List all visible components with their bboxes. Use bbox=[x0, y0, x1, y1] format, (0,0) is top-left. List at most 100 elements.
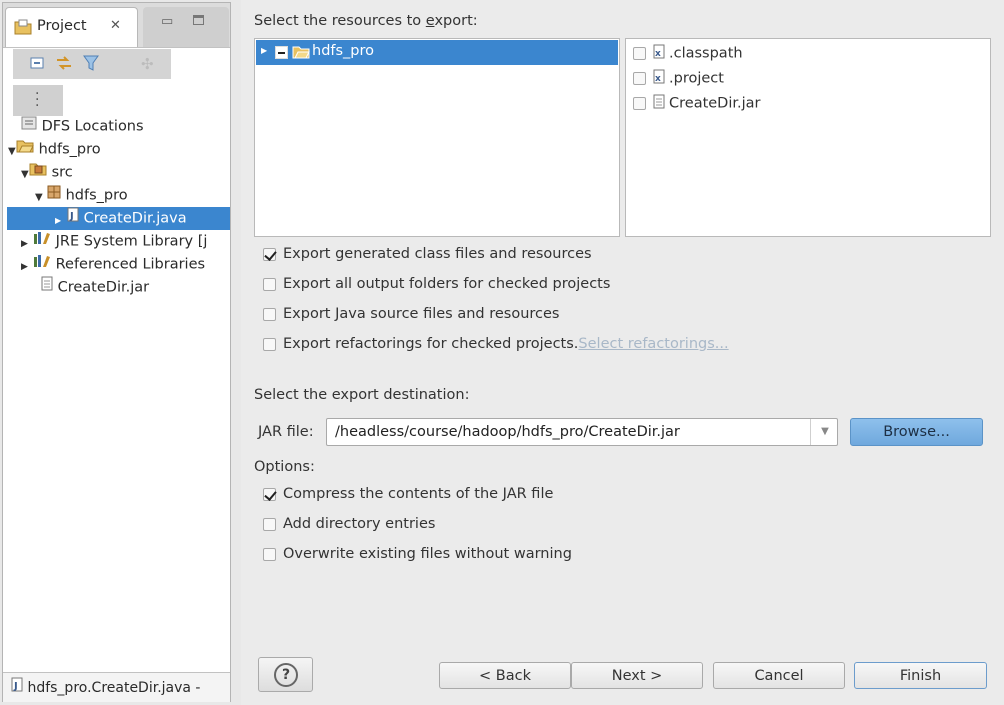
resource-project-row[interactable]: ▶ hdfs_pro bbox=[256, 40, 618, 65]
project-tree: DFS Locations ▼ hdfs_pro ▼ src ▼ hdfs_pr… bbox=[7, 115, 230, 299]
export-output-folders-option[interactable]: Export all output folders for checked pr… bbox=[263, 276, 610, 292]
project-folder-icon bbox=[16, 138, 34, 161]
collapsed-arrow-icon[interactable]: ▶ bbox=[21, 256, 33, 279]
tree-item-hdfs-pro-project[interactable]: ▼ hdfs_pro bbox=[7, 138, 230, 161]
collapse-all-icon[interactable] bbox=[29, 55, 45, 75]
tree-item-label: CreateDir.jar bbox=[57, 279, 150, 296]
jar-file-input[interactable] bbox=[333, 423, 807, 441]
cancel-button[interactable]: Cancel bbox=[713, 662, 845, 689]
tree-item-referenced-libraries[interactable]: ▶ Referenced Libraries bbox=[7, 253, 230, 276]
tree-item-label: DFS Locations bbox=[41, 118, 144, 135]
next-button[interactable]: Next > bbox=[571, 662, 703, 689]
tree-item-label: Referenced Libraries bbox=[55, 256, 206, 273]
project-folder-icon bbox=[14, 19, 32, 39]
xml-file-icon: x bbox=[653, 69, 665, 88]
export-refactorings-option[interactable]: Export refactorings for checked projects… bbox=[263, 336, 729, 352]
file-item-project[interactable]: x .project bbox=[633, 69, 724, 88]
option-label: Add directory entries bbox=[283, 516, 436, 532]
resource-tree-panel: ▶ hdfs_pro bbox=[254, 38, 620, 237]
jar-file-label: JAR file: bbox=[258, 424, 314, 440]
close-icon[interactable]: ✕ bbox=[110, 18, 121, 33]
svg-text:x: x bbox=[655, 49, 661, 59]
maximize-icon[interactable] bbox=[193, 15, 204, 25]
view-menu-toolbar: · · · bbox=[13, 85, 63, 116]
tree-item-label: hdfs_pro bbox=[38, 141, 101, 158]
resource-files-panel: x .classpath x .project CreateDir.jar bbox=[625, 38, 991, 237]
xml-file-icon: x bbox=[653, 44, 665, 63]
option-label: Overwrite existing files without warning bbox=[283, 546, 572, 562]
finish-button[interactable]: Finish bbox=[854, 662, 987, 689]
file-checkbox[interactable] bbox=[633, 47, 646, 60]
destination-heading: Select the export destination: bbox=[254, 387, 470, 403]
jar-export-wizard: Select the resources to export: ▶ hdfs_p… bbox=[241, 0, 1004, 705]
compress-option[interactable]: Compress the contents of the JAR file bbox=[263, 486, 553, 502]
tree-item-label: hdfs_pro bbox=[65, 187, 128, 204]
file-item-createdir-jar[interactable]: CreateDir.jar bbox=[633, 94, 761, 113]
browse-button[interactable]: Browse... bbox=[850, 418, 983, 446]
directory-entries-checkbox[interactable] bbox=[263, 517, 276, 531]
resources-heading: Select the resources to export: bbox=[254, 13, 478, 29]
jar-file-icon bbox=[653, 94, 665, 113]
option-label: Compress the contents of the JAR file bbox=[283, 486, 554, 502]
export-java-source-checkbox[interactable] bbox=[263, 307, 276, 321]
status-bar: J hdfs_pro.CreateDir.java - bbox=[3, 672, 230, 702]
file-checkbox[interactable] bbox=[633, 72, 646, 85]
view-menu-icon[interactable]: · · · bbox=[35, 87, 39, 113]
jar-file-combo[interactable]: ▼ bbox=[326, 418, 838, 446]
export-java-source-option[interactable]: Export Java source files and resources bbox=[263, 306, 559, 322]
link-with-editor-icon[interactable] bbox=[55, 54, 73, 76]
overwrite-option[interactable]: Overwrite existing files without warning bbox=[263, 546, 572, 562]
jar-file-icon bbox=[41, 276, 53, 299]
project-checkbox-partial[interactable] bbox=[275, 46, 288, 59]
option-label: Export refactorings for checked projects… bbox=[283, 336, 579, 352]
back-button[interactable]: < Back bbox=[439, 662, 571, 689]
svg-text:J: J bbox=[13, 681, 18, 692]
directory-entries-option[interactable]: Add directory entries bbox=[263, 516, 435, 532]
file-label: .classpath bbox=[669, 45, 743, 62]
tree-item-createdir-jar[interactable]: CreateDir.jar bbox=[7, 276, 230, 299]
status-text: hdfs_pro.CreateDir.java - bbox=[27, 680, 201, 696]
dfs-locations-icon bbox=[21, 115, 37, 138]
java-file-icon: J bbox=[67, 207, 79, 230]
svg-text:x: x bbox=[655, 74, 661, 84]
explorer-toolbar: ✣ bbox=[13, 49, 171, 79]
project-folder-icon bbox=[292, 44, 310, 63]
option-label: Export Java source files and resources bbox=[283, 306, 560, 322]
tree-item-jre-library[interactable]: ▶ JRE System Library [j bbox=[7, 230, 230, 253]
file-label: CreateDir.jar bbox=[669, 95, 761, 112]
expanded-arrow-icon[interactable]: ▼ bbox=[35, 186, 47, 209]
collapsed-arrow-icon[interactable]: ▶ bbox=[55, 209, 67, 232]
export-output-folders-checkbox[interactable] bbox=[263, 277, 276, 291]
tab-project-label: Project bbox=[37, 18, 87, 34]
export-refactorings-checkbox[interactable] bbox=[263, 337, 276, 351]
chevron-down-icon[interactable]: ▼ bbox=[810, 419, 839, 445]
tree-item-hdfs-pro-package[interactable]: ▼ hdfs_pro bbox=[7, 184, 230, 207]
minimize-icon[interactable]: ▭ bbox=[161, 14, 173, 29]
option-label: Export generated class files and resourc… bbox=[283, 246, 592, 262]
file-label: .project bbox=[669, 70, 724, 87]
project-node-label: hdfs_pro bbox=[312, 43, 375, 59]
library-icon bbox=[33, 253, 51, 276]
file-item-classpath[interactable]: x .classpath bbox=[633, 44, 743, 63]
tree-item-label: CreateDir.java bbox=[83, 210, 187, 227]
view-minmax-area bbox=[143, 7, 229, 47]
filter-icon[interactable] bbox=[83, 54, 99, 76]
disabled-tool-icon: ✣ bbox=[141, 55, 154, 73]
file-checkbox[interactable] bbox=[633, 97, 646, 110]
tab-project[interactable]: Project ✕ bbox=[5, 7, 138, 47]
tree-item-src[interactable]: ▼ src bbox=[7, 161, 230, 184]
export-class-files-option[interactable]: Export generated class files and resourc… bbox=[263, 246, 592, 262]
view-tab-bar: Project ✕ ▭ bbox=[3, 3, 230, 48]
project-explorer: Project ✕ ▭ ✣ · · · DFS Locations ▼ hdfs_p… bbox=[2, 2, 231, 702]
overwrite-checkbox[interactable] bbox=[263, 547, 276, 561]
java-file-icon: J bbox=[11, 673, 23, 702]
collapsed-arrow-icon[interactable]: ▶ bbox=[261, 46, 267, 55]
compress-checkbox[interactable] bbox=[263, 487, 276, 501]
tree-item-dfs-locations[interactable]: DFS Locations bbox=[7, 115, 230, 138]
select-refactorings-link[interactable]: Select refactorings... bbox=[578, 336, 728, 352]
export-class-files-checkbox[interactable] bbox=[263, 247, 276, 261]
tree-item-createdir-java[interactable]: ▶ J CreateDir.java bbox=[7, 207, 230, 230]
help-button[interactable]: ? bbox=[258, 657, 313, 692]
options-heading: Options: bbox=[254, 459, 315, 475]
tree-item-label: src bbox=[51, 164, 73, 181]
